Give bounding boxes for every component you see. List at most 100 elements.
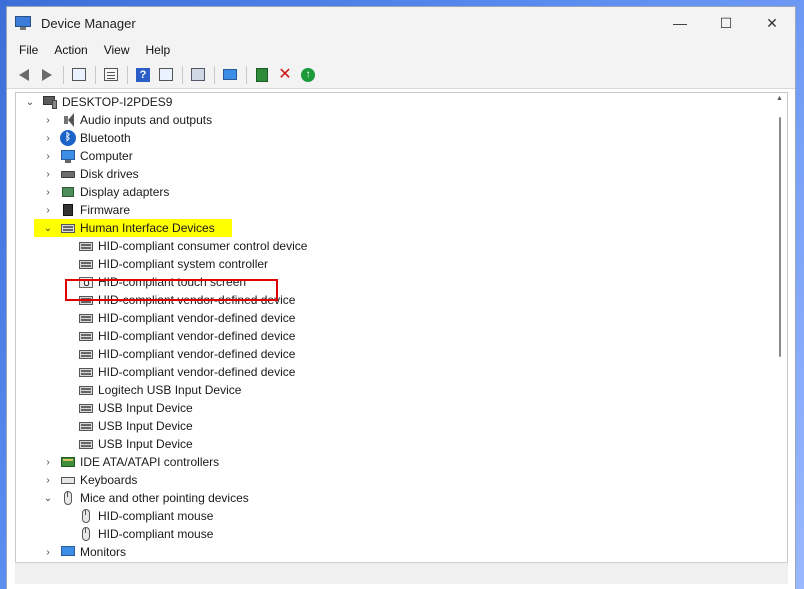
- hid-device-icon: [78, 436, 94, 452]
- chevron-down-icon[interactable]: ⌄: [24, 96, 36, 108]
- view-button[interactable]: [155, 64, 177, 86]
- close-icon: ✕: [766, 14, 778, 31]
- chevron-right-icon[interactable]: ›: [42, 474, 54, 486]
- menu-bar: File Action View Help: [7, 39, 795, 61]
- show-hide-console-tree-button[interactable]: [68, 64, 90, 86]
- properties-pane-icon: [72, 68, 86, 81]
- category-label: Monitors: [80, 545, 127, 559]
- device-item[interactable]: HID-compliant mouse: [16, 525, 776, 543]
- category-disk-drives[interactable]: › Disk drives: [16, 165, 776, 183]
- chevron-down-icon[interactable]: ⌄: [42, 492, 54, 504]
- help-button[interactable]: ?: [132, 64, 154, 86]
- device-item[interactable]: USB Input Device: [16, 417, 776, 435]
- toolbar-separator: [95, 65, 96, 84]
- monitor-icon: [60, 544, 76, 560]
- category-human-interface-devices[interactable]: ⌄ Human Interface Devices: [16, 219, 776, 237]
- chevron-right-icon[interactable]: ›: [42, 456, 54, 468]
- title-bar[interactable]: Device Manager — ☐ ✕: [7, 7, 795, 39]
- toolbar-separator: [214, 65, 215, 84]
- bluetooth-icon: ᛒ: [60, 130, 76, 146]
- category-bluetooth[interactable]: › ᛒ Bluetooth: [16, 129, 776, 147]
- device-item[interactable]: HID-compliant vendor-defined device: [16, 327, 776, 345]
- tree-root-label: DESKTOP-I2PDES9: [62, 95, 173, 109]
- forward-button[interactable]: [36, 64, 58, 86]
- device-item[interactable]: HID-compliant mouse: [16, 507, 776, 525]
- device-label: HID-compliant vendor-defined device: [98, 347, 296, 361]
- mouse-device-icon: [78, 526, 94, 542]
- status-bar: [15, 562, 788, 584]
- back-button[interactable]: [13, 64, 35, 86]
- device-item[interactable]: HID-compliant consumer control device: [16, 237, 776, 255]
- menu-action[interactable]: Action: [46, 39, 95, 61]
- uninstall-device-button[interactable]: ✕: [274, 64, 296, 86]
- tree-root[interactable]: ⌄ DESKTOP-I2PDES9: [16, 93, 776, 111]
- device-tree-pane[interactable]: ⌄ DESKTOP-I2PDES9 › Audio inputs and out…: [15, 92, 788, 562]
- vertical-scrollbar[interactable]: ▲: [775, 93, 785, 562]
- chevron-right-icon[interactable]: ›: [42, 204, 54, 216]
- category-firmware[interactable]: › Firmware: [16, 201, 776, 219]
- minimize-button[interactable]: —: [657, 7, 703, 39]
- toolbar-separator: [63, 65, 64, 84]
- uninstall-icon: ✕: [278, 65, 292, 83]
- category-label: Disk drives: [80, 167, 139, 181]
- device-manager-window: Device Manager — ☐ ✕ File Action View He…: [6, 6, 796, 589]
- firmware-icon: [60, 202, 76, 218]
- chevron-right-icon[interactable]: ›: [42, 186, 54, 198]
- mouse-device-icon: [78, 508, 94, 524]
- device-item[interactable]: USB Input Device: [16, 399, 776, 417]
- device-tree: ⌄ DESKTOP-I2PDES9 › Audio inputs and out…: [16, 93, 776, 561]
- chevron-down-icon[interactable]: ⌄: [42, 222, 54, 234]
- scan-hardware-button[interactable]: [187, 64, 209, 86]
- device-item[interactable]: USB Input Device: [16, 435, 776, 453]
- display-adapter-icon: [60, 184, 76, 200]
- device-label: HID-compliant mouse: [98, 527, 214, 541]
- chevron-right-icon[interactable]: ›: [42, 132, 54, 144]
- scrollbar-thumb[interactable]: [779, 117, 781, 357]
- monitor-button[interactable]: [219, 64, 241, 86]
- chevron-right-icon[interactable]: ›: [42, 168, 54, 180]
- close-button[interactable]: ✕: [749, 7, 795, 39]
- scan-hardware-icon: [191, 68, 205, 81]
- device-item[interactable]: HID-compliant vendor-defined device: [16, 309, 776, 327]
- scroll-up-icon[interactable]: ▲: [776, 95, 783, 102]
- category-display-adapters[interactable]: › Display adapters: [16, 183, 776, 201]
- hid-device-icon: [78, 400, 94, 416]
- device-item[interactable]: HID-compliant system controller: [16, 255, 776, 273]
- device-label: HID-compliant vendor-defined device: [98, 329, 296, 343]
- device-label: USB Input Device: [98, 437, 193, 451]
- properties-button[interactable]: [100, 64, 122, 86]
- computer-icon: [60, 148, 76, 164]
- category-label: IDE ATA/ATAPI controllers: [80, 455, 220, 469]
- enable-device-button[interactable]: ↑: [297, 64, 319, 86]
- view-icon: [159, 68, 173, 81]
- chevron-right-icon[interactable]: ›: [42, 114, 54, 126]
- chevron-right-icon[interactable]: ›: [42, 150, 54, 162]
- menu-help[interactable]: Help: [138, 39, 179, 61]
- toolbar-separator: [246, 65, 247, 84]
- category-ide[interactable]: › IDE ATA/ATAPI controllers: [16, 453, 776, 471]
- chevron-right-icon[interactable]: ›: [42, 546, 54, 558]
- update-driver-icon: [256, 67, 268, 82]
- category-mice[interactable]: ⌄ Mice and other pointing devices: [16, 489, 776, 507]
- hid-device-icon: [78, 418, 94, 434]
- category-keyboards[interactable]: › Keyboards: [16, 471, 776, 489]
- help-icon: ?: [136, 67, 150, 82]
- device-item[interactable]: Logitech USB Input Device: [16, 381, 776, 399]
- menu-file[interactable]: File: [11, 39, 46, 61]
- category-label: Keyboards: [80, 473, 138, 487]
- minimize-icon: —: [673, 15, 687, 31]
- category-audio[interactable]: › Audio inputs and outputs: [16, 111, 776, 129]
- category-monitors[interactable]: › Monitors: [16, 543, 776, 561]
- menu-view[interactable]: View: [96, 39, 138, 61]
- toolbar-separator: [182, 65, 183, 84]
- update-driver-button[interactable]: [251, 64, 273, 86]
- maximize-button[interactable]: ☐: [703, 7, 749, 39]
- category-computer[interactable]: › Computer: [16, 147, 776, 165]
- hid-device-icon: [78, 238, 94, 254]
- hid-device-icon: [78, 328, 94, 344]
- audio-icon: [60, 112, 76, 128]
- device-item[interactable]: HID-compliant vendor-defined device: [16, 345, 776, 363]
- hid-device-icon: [78, 346, 94, 362]
- forward-icon: [42, 68, 52, 81]
- device-item[interactable]: HID-compliant vendor-defined device: [16, 363, 776, 381]
